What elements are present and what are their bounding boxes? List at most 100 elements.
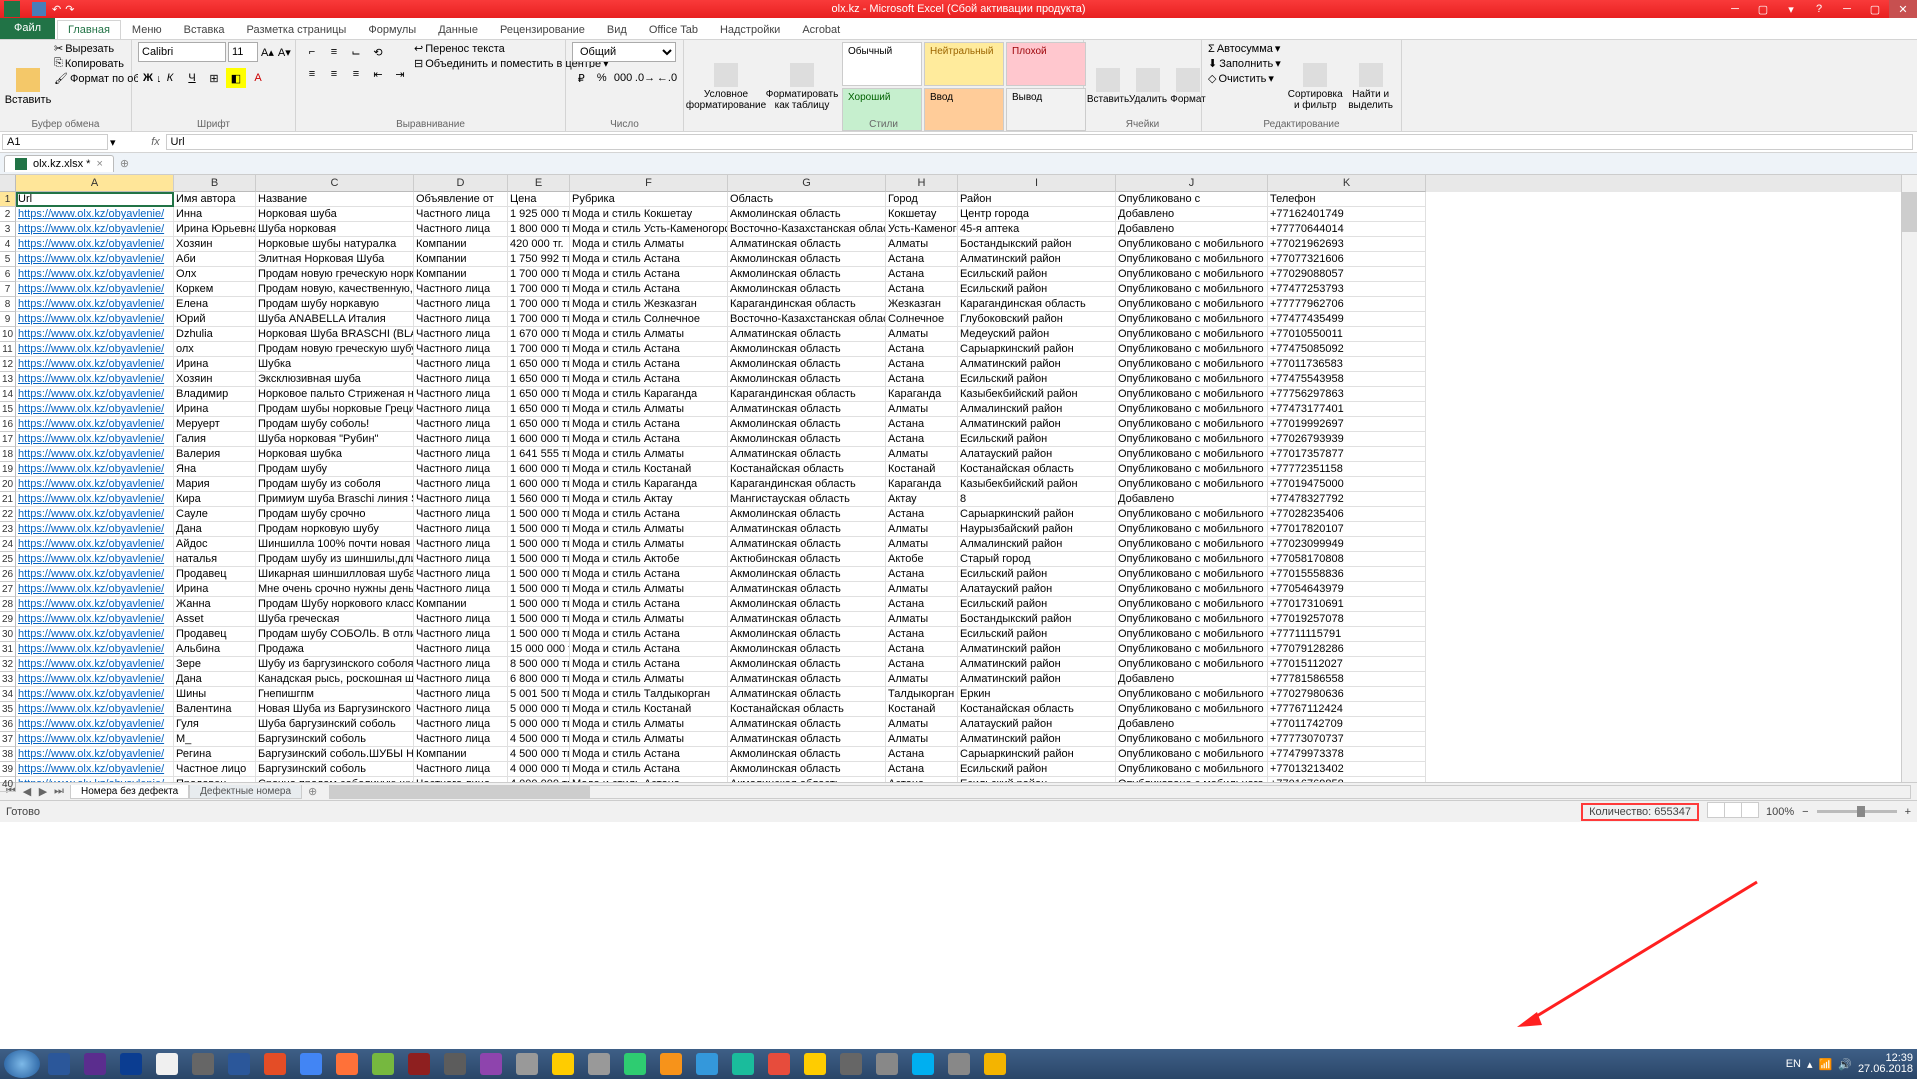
cell[interactable]: Имя автора: [174, 192, 256, 207]
cell[interactable]: Восточно-Казахстанская область: [728, 312, 886, 327]
cell[interactable]: https://www.olx.kz/obyavlenie/: [16, 642, 174, 657]
cell[interactable]: https://www.olx.kz/obyavlenie/: [16, 777, 174, 782]
cell[interactable]: Шуба ANABELLA Италия: [256, 312, 414, 327]
cell[interactable]: Алматинская область: [728, 612, 886, 627]
taskbar-app5-icon[interactable]: [726, 1051, 760, 1077]
cell[interactable]: Бостандыкский район: [958, 612, 1116, 627]
border-button[interactable]: ⊞: [204, 68, 224, 88]
cell[interactable]: Опубликовано с мобильного: [1116, 282, 1268, 297]
cell[interactable]: https://www.olx.kz/obyavlenie/: [16, 252, 174, 267]
row-header[interactable]: 25: [0, 552, 16, 567]
cell[interactable]: Частного лица: [414, 462, 508, 477]
cell[interactable]: Алмалинский район: [958, 537, 1116, 552]
cell[interactable]: Казыбекбийский район: [958, 387, 1116, 402]
cell[interactable]: Продам новую, качественную, у: [256, 282, 414, 297]
cell[interactable]: Астана: [886, 357, 958, 372]
cell[interactable]: Частного лица: [414, 342, 508, 357]
cell[interactable]: 5 000 000 тг.: [508, 717, 570, 732]
cell[interactable]: Меруерт: [174, 417, 256, 432]
delete-cells-button[interactable]: Удалить: [1130, 42, 1166, 131]
formula-bar[interactable]: Url: [166, 134, 1913, 150]
align-top-button[interactable]: ⌐: [302, 42, 322, 62]
cell[interactable]: Ирина Юрьевна: [174, 222, 256, 237]
cell[interactable]: Норковая шуба: [256, 207, 414, 222]
cell[interactable]: Акмолинская область: [728, 507, 886, 522]
cell[interactable]: Глубоковский район: [958, 312, 1116, 327]
inc-decimal-button[interactable]: .0→: [635, 68, 655, 88]
cell[interactable]: Алматинский район: [958, 417, 1116, 432]
taskbar-yandex-icon[interactable]: [510, 1051, 544, 1077]
fill-button[interactable]: ⬇ Заполнить ▾: [1208, 57, 1284, 70]
cell[interactable]: Норковое пальто Стриженая норка: [256, 387, 414, 402]
cell[interactable]: Добавлено: [1116, 717, 1268, 732]
cell[interactable]: Астана: [886, 282, 958, 297]
cell[interactable]: https://www.olx.kz/obyavlenie/: [16, 342, 174, 357]
cell[interactable]: Баргузинский соболь: [256, 762, 414, 777]
format-cells-button[interactable]: Формат: [1170, 42, 1206, 131]
cell[interactable]: Костанайская область: [958, 462, 1116, 477]
cell[interactable]: Url: [16, 192, 174, 207]
cell[interactable]: Мода и стиль Алматы: [570, 447, 728, 462]
vscrollbar[interactable]: [1901, 175, 1917, 782]
cell[interactable]: Добавлено: [1116, 207, 1268, 222]
cell[interactable]: Баргузинский соболь: [256, 732, 414, 747]
cell[interactable]: Астана: [886, 507, 958, 522]
cell[interactable]: Акмолинская область: [728, 207, 886, 222]
taskbar-gimp-icon[interactable]: [402, 1051, 436, 1077]
cell[interactable]: Продам шубу соболь!: [256, 417, 414, 432]
row-header[interactable]: 8: [0, 297, 16, 312]
tab-insert[interactable]: Вставка: [173, 20, 236, 39]
cell[interactable]: Частного лица: [414, 327, 508, 342]
cell[interactable]: https://www.olx.kz/obyavlenie/: [16, 327, 174, 342]
cell[interactable]: Мария: [174, 477, 256, 492]
column-header[interactable]: F: [570, 175, 728, 192]
cell[interactable]: 8 500 000 тг.: [508, 657, 570, 672]
cell[interactable]: +77781586558: [1268, 672, 1426, 687]
cell[interactable]: Мода и стиль Алматы: [570, 732, 728, 747]
cell[interactable]: +77029088057: [1268, 267, 1426, 282]
cell[interactable]: Опубликовано с мобильного: [1116, 447, 1268, 462]
cell[interactable]: Есильский район: [958, 627, 1116, 642]
cell[interactable]: 1 641 555 тг.: [508, 447, 570, 462]
cell-styles-gallery[interactable]: Обычный Нейтральный Плохой Хороший Ввод …: [842, 42, 1086, 131]
cell[interactable]: Мода и стиль Костанай: [570, 462, 728, 477]
row-header[interactable]: 35: [0, 702, 16, 717]
cell[interactable]: Есильский район: [958, 597, 1116, 612]
cell[interactable]: Мода и стиль Астана: [570, 657, 728, 672]
cell[interactable]: Мода и стиль Караганда: [570, 387, 728, 402]
cell[interactable]: Мода и стиль Алматы: [570, 327, 728, 342]
cell[interactable]: Есильский район: [958, 372, 1116, 387]
cell[interactable]: Акмолинская область: [728, 252, 886, 267]
cell[interactable]: Добавлено: [1116, 672, 1268, 687]
cell[interactable]: 45-я аптека: [958, 222, 1116, 237]
cell[interactable]: https://www.olx.kz/obyavlenie/: [16, 507, 174, 522]
cell[interactable]: Компании: [414, 252, 508, 267]
lang-indicator[interactable]: EN: [1786, 1058, 1801, 1070]
cell[interactable]: Норковая шубка: [256, 447, 414, 462]
cell[interactable]: Акмолинская область: [728, 642, 886, 657]
cell[interactable]: 1 500 000 тг.: [508, 507, 570, 522]
cell[interactable]: https://www.olx.kz/obyavlenie/: [16, 312, 174, 327]
cell[interactable]: 1 500 000 тг.: [508, 522, 570, 537]
cell[interactable]: Мода и стиль Алматы: [570, 402, 728, 417]
taskbar-ps-icon[interactable]: [78, 1051, 112, 1077]
cell[interactable]: 1 700 000 тг.: [508, 342, 570, 357]
cell[interactable]: 1 500 000 тг.: [508, 567, 570, 582]
cell[interactable]: Шуба норковая: [256, 222, 414, 237]
cell[interactable]: Опубликовано с мобильного: [1116, 627, 1268, 642]
cell[interactable]: Мода и стиль Усть-Каменогорск: [570, 222, 728, 237]
sort-filter-button[interactable]: Сортировка и фильтр: [1288, 42, 1342, 131]
cell[interactable]: +77010550011: [1268, 327, 1426, 342]
cell[interactable]: Опубликовано с мобильного: [1116, 387, 1268, 402]
cell[interactable]: Акмолинская область: [728, 417, 886, 432]
cell[interactable]: Мода и стиль Астана: [570, 627, 728, 642]
clock[interactable]: 12:39 27.06.2018: [1858, 1053, 1913, 1075]
cell[interactable]: https://www.olx.kz/obyavlenie/: [16, 687, 174, 702]
cell[interactable]: +77011736583: [1268, 357, 1426, 372]
cell[interactable]: Медеуский район: [958, 327, 1116, 342]
cell[interactable]: Объявление от: [414, 192, 508, 207]
row-header[interactable]: 26: [0, 567, 16, 582]
cell[interactable]: Астана: [886, 762, 958, 777]
cell[interactable]: Продам шубу из шиншилы,длин: [256, 552, 414, 567]
cell[interactable]: Баргузинский соболь.ШУБЫ НО: [256, 747, 414, 762]
